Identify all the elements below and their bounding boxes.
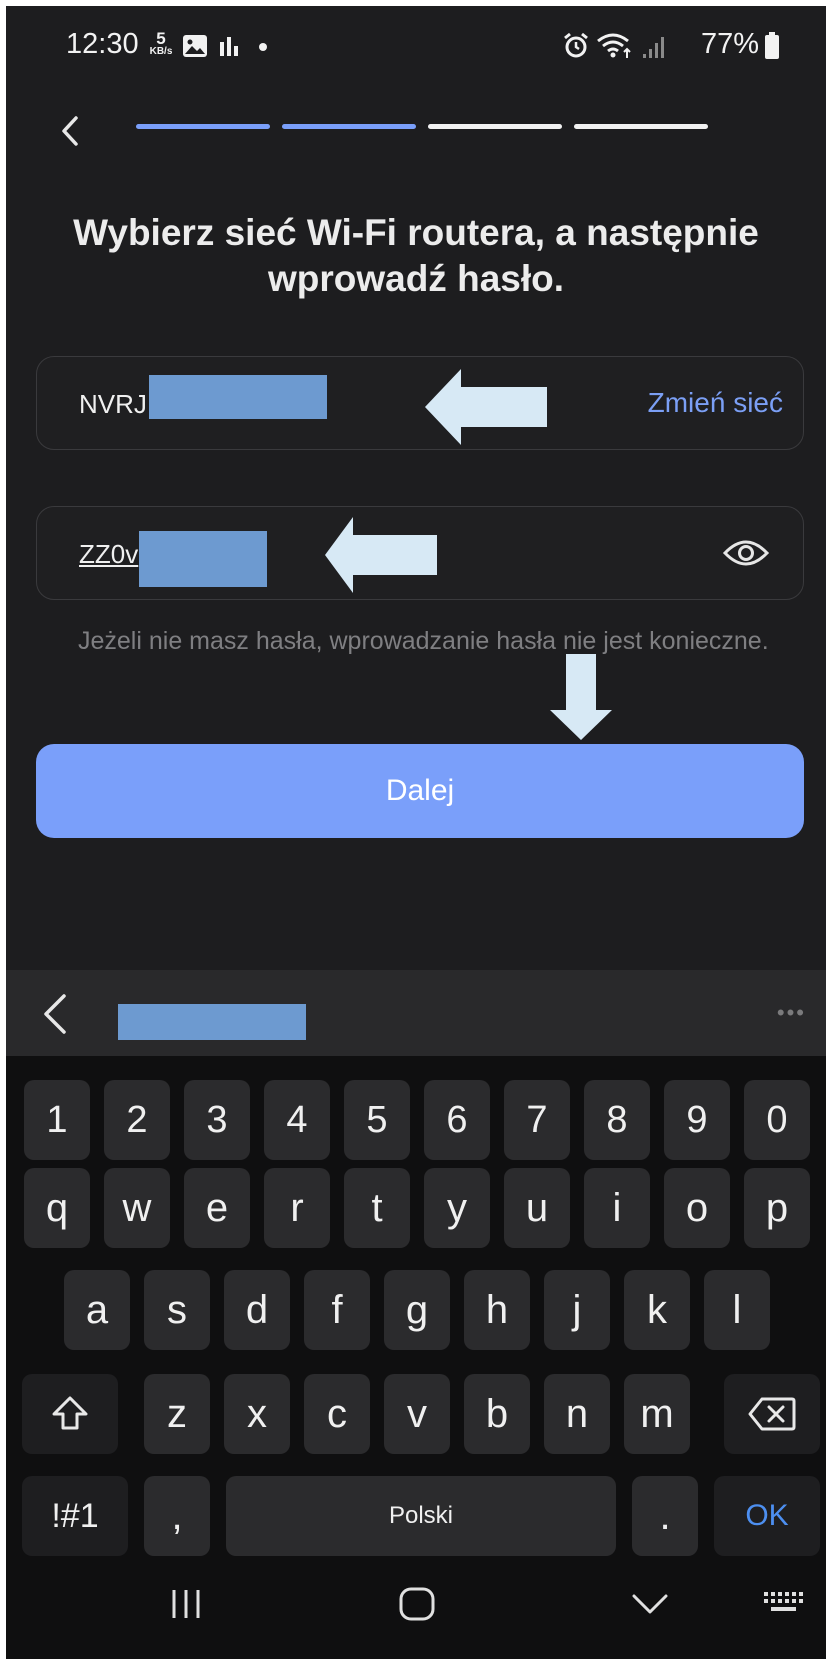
status-time: 12:30 bbox=[66, 28, 139, 60]
progress-step-2 bbox=[282, 124, 416, 129]
change-network-link[interactable]: Zmień sieć bbox=[648, 387, 783, 419]
progress-step-1 bbox=[136, 124, 270, 129]
row_numbers-key-3[interactable]: 3 bbox=[184, 1080, 250, 1160]
gallery-icon bbox=[183, 35, 207, 57]
row_numbers-key-6[interactable]: 6 bbox=[424, 1080, 490, 1160]
row2-key-3[interactable]: d bbox=[224, 1270, 290, 1350]
network-field[interactable]: NVRJ Zmień sieć bbox=[36, 356, 804, 450]
status-bar: 12:30 5 KB/s 77% bbox=[6, 6, 826, 86]
keyboard-more-options[interactable]: ••• bbox=[777, 1000, 806, 1026]
row1-key-1[interactable]: q bbox=[24, 1168, 90, 1248]
keyboard: !#1 , Polski . OK 1234567890 qwertyuiop as… bbox=[6, 1056, 826, 1556]
battery-icon bbox=[765, 32, 779, 59]
redaction-block bbox=[149, 375, 327, 419]
row_numbers-key-10[interactable]: 0 bbox=[744, 1080, 810, 1160]
annotation-arrow-left-icon bbox=[425, 369, 547, 445]
keyboard-back-icon[interactable] bbox=[36, 992, 76, 1036]
dot-icon bbox=[259, 43, 267, 51]
row3-key-7[interactable]: m bbox=[624, 1374, 690, 1454]
row_numbers-key-1[interactable]: 1 bbox=[24, 1080, 90, 1160]
network-speed-value: 5 bbox=[156, 29, 166, 48]
symbols-key[interactable]: !#1 bbox=[22, 1476, 128, 1556]
row_numbers-key-9[interactable]: 9 bbox=[664, 1080, 730, 1160]
progress-step-4 bbox=[574, 124, 708, 129]
show-password-eye-icon[interactable] bbox=[723, 535, 769, 571]
row1-key-3[interactable]: e bbox=[184, 1168, 250, 1248]
back-arrow-icon[interactable] bbox=[46, 106, 96, 156]
page-title: Wybierz sieć Wi-Fi routera, a następnie … bbox=[26, 210, 806, 302]
system-nav-bar bbox=[6, 1556, 826, 1659]
space-key[interactable]: Polski bbox=[226, 1476, 616, 1556]
row1-key-10[interactable]: p bbox=[744, 1168, 810, 1248]
row2-key-2[interactable]: s bbox=[144, 1270, 210, 1350]
row_numbers-key-2[interactable]: 2 bbox=[104, 1080, 170, 1160]
battery-percent: 77% bbox=[701, 28, 760, 60]
row1-key-8[interactable]: i bbox=[584, 1168, 650, 1248]
next-button[interactable]: Dalej bbox=[36, 744, 804, 838]
row2-key-6[interactable]: h bbox=[464, 1270, 530, 1350]
row1-key-4[interactable]: r bbox=[264, 1168, 330, 1248]
comma-key[interactable]: , bbox=[144, 1476, 210, 1556]
row2-key-5[interactable]: g bbox=[384, 1270, 450, 1350]
password-field[interactable]: ZZ0v bbox=[36, 506, 804, 600]
backspace-icon bbox=[748, 1397, 796, 1431]
row_numbers-key-7[interactable]: 7 bbox=[504, 1080, 570, 1160]
row2-key-1[interactable]: a bbox=[64, 1270, 130, 1350]
row3-key-1[interactable]: z bbox=[144, 1374, 210, 1454]
row1-key-2[interactable]: w bbox=[104, 1168, 170, 1248]
row_numbers-key-8[interactable]: 8 bbox=[584, 1080, 650, 1160]
password-value: ZZ0v bbox=[79, 539, 139, 569]
hide-keyboard-icon[interactable] bbox=[628, 1586, 672, 1622]
app-screen: 12:30 5 KB/s 77% Wybierz sieć Wi-Fi rout… bbox=[6, 6, 826, 1659]
row3-key-2[interactable]: x bbox=[224, 1374, 290, 1454]
wifi-icon bbox=[597, 33, 631, 58]
shift-icon bbox=[52, 1396, 88, 1430]
row2-key-7[interactable]: j bbox=[544, 1270, 610, 1350]
shift-key[interactable] bbox=[22, 1374, 118, 1454]
row3-key-4[interactable]: v bbox=[384, 1374, 450, 1454]
recent-apps-icon[interactable] bbox=[166, 1586, 206, 1622]
annotation-arrow-down-icon bbox=[550, 654, 612, 740]
home-icon[interactable] bbox=[398, 1586, 436, 1622]
redaction-block bbox=[118, 1004, 306, 1040]
row_numbers-key-4[interactable]: 4 bbox=[264, 1080, 330, 1160]
row1-key-5[interactable]: t bbox=[344, 1168, 410, 1248]
row_numbers-key-5[interactable]: 5 bbox=[344, 1080, 410, 1160]
space-key-label: Polski bbox=[388, 1502, 454, 1529]
backspace-key[interactable] bbox=[724, 1374, 820, 1454]
stats-icon bbox=[220, 37, 238, 56]
redaction-block bbox=[139, 531, 267, 587]
row1-key-7[interactable]: u bbox=[504, 1168, 570, 1248]
row3-key-3[interactable]: c bbox=[304, 1374, 370, 1454]
row1-key-6[interactable]: y bbox=[424, 1168, 490, 1248]
row3-key-5[interactable]: b bbox=[464, 1374, 530, 1454]
signal-icon bbox=[643, 37, 664, 58]
network-speed: 5 KB/s bbox=[146, 30, 176, 57]
keyboard-switch-icon[interactable] bbox=[762, 1586, 806, 1622]
annotation-arrow-left-icon bbox=[325, 517, 437, 593]
period-key[interactable]: . bbox=[632, 1476, 698, 1556]
ok-key[interactable]: OK bbox=[714, 1476, 820, 1556]
row2-key-8[interactable]: k bbox=[624, 1270, 690, 1350]
network-speed-unit: KB/s bbox=[149, 46, 173, 57]
row1-key-9[interactable]: o bbox=[664, 1168, 730, 1248]
page-title-line-1: Wybierz sieć Wi-Fi routera, a następnie bbox=[73, 212, 759, 253]
row2-key-4[interactable]: f bbox=[304, 1270, 370, 1350]
progress-step-3 bbox=[428, 124, 562, 129]
page-title-line-2: wprowadź hasło. bbox=[267, 258, 565, 299]
network-ssid: NVRJ bbox=[79, 389, 147, 419]
row3-key-6[interactable]: n bbox=[544, 1374, 610, 1454]
alarm-icon bbox=[564, 32, 588, 58]
password-hint: Jeżeli nie masz hasła, wprowadzanie hasł… bbox=[78, 627, 769, 655]
keyboard-toolbar: ••• bbox=[6, 970, 826, 1056]
row2-key-9[interactable]: l bbox=[704, 1270, 770, 1350]
